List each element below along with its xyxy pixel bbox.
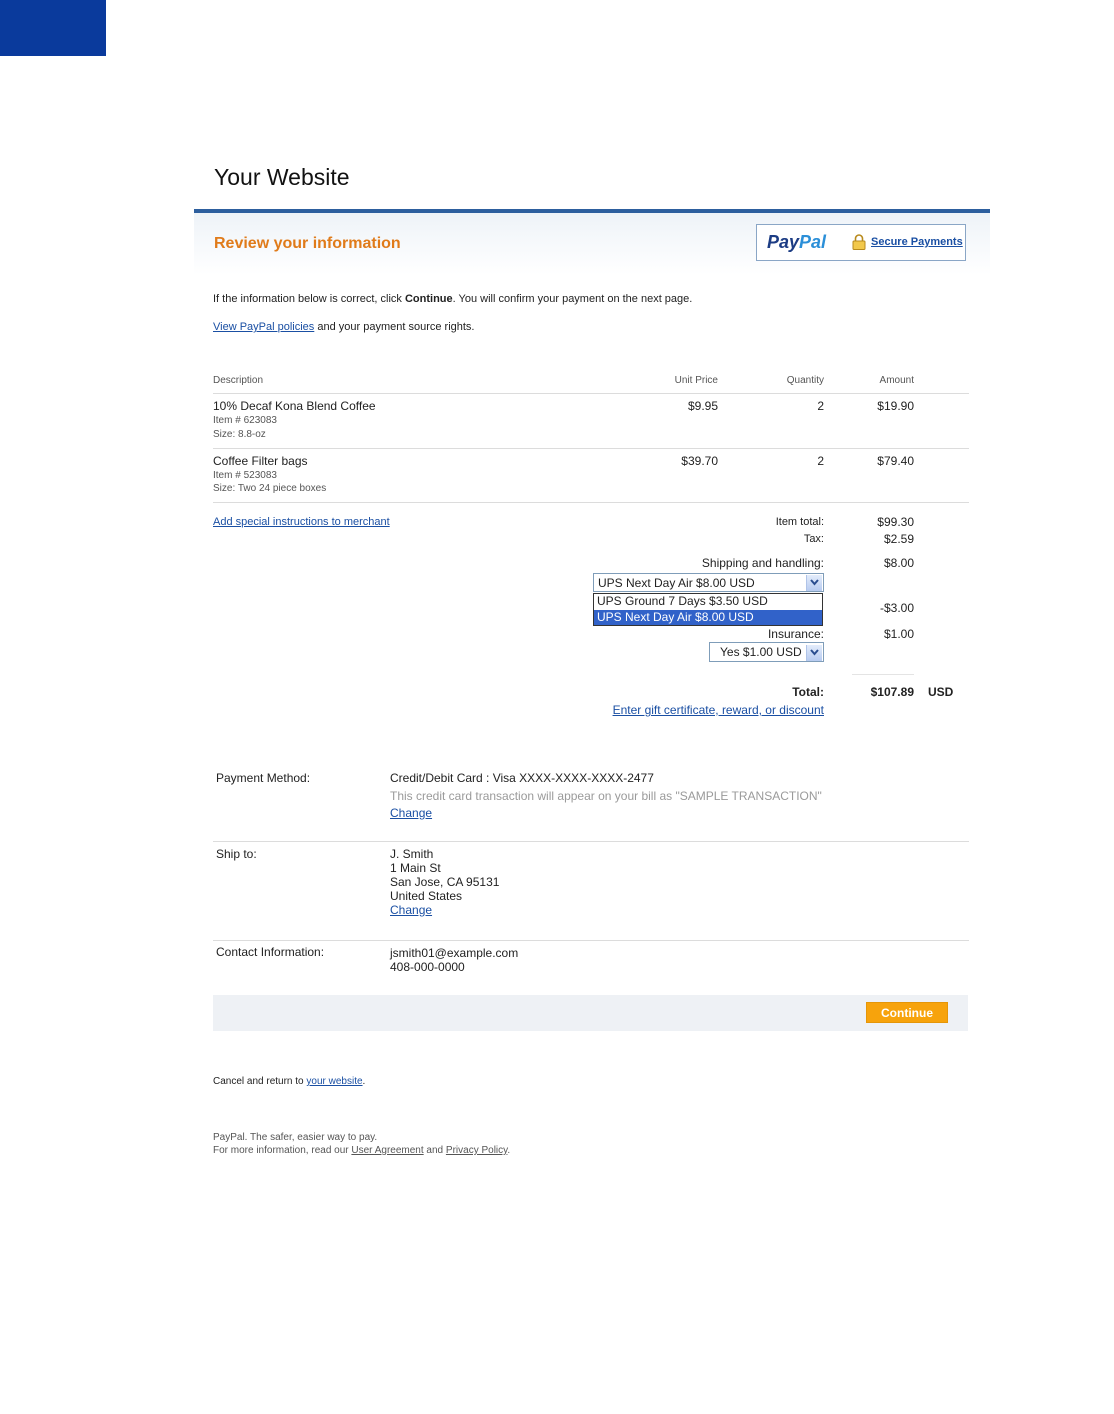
divider <box>852 674 914 675</box>
item-total-value: $99.30 <box>877 515 914 529</box>
item-amount: $79.40 <box>877 454 914 468</box>
divider <box>213 448 969 449</box>
total-label: Total: <box>792 685 824 699</box>
shipping-options-list: UPS Ground 7 Days $3.50 USD UPS Next Day… <box>593 593 823 626</box>
discount-value: -$3.00 <box>879 601 914 615</box>
change-address-link[interactable]: Change <box>390 903 432 917</box>
col-header-quantity: Quantity <box>786 375 824 386</box>
special-instructions-link[interactable]: Add special instructions to merchant <box>213 516 390 528</box>
item-amount: $19.90 <box>877 399 914 413</box>
item-size: Size: 8.8-oz <box>213 429 266 440</box>
payment-method-value: Credit/Debit Card : Visa XXXX-XXXX-XXXX-… <box>390 771 654 785</box>
total-currency: USD <box>928 685 954 699</box>
privacy-policy-link[interactable]: Privacy Policy <box>446 1145 508 1156</box>
action-bar <box>213 995 968 1031</box>
view-policies-link[interactable]: View PayPal policies <box>213 321 314 333</box>
contact-email: jsmith01@example.com <box>390 946 519 960</box>
tax-label: Tax: <box>803 533 824 545</box>
insurance-select-value: Yes $1.00 USD <box>720 645 802 659</box>
ship-city: San Jose, CA 95131 <box>390 875 500 889</box>
insurance-label: Insurance: <box>767 627 824 641</box>
ship-to-label: Ship to: <box>216 847 257 861</box>
your-website-link[interactable]: your website <box>306 1076 362 1087</box>
paypal-logo: PayPal <box>767 232 827 252</box>
item-total-label: Item total: <box>775 516 824 528</box>
shipping-option[interactable]: UPS Ground 7 Days $3.50 USD <box>594 594 822 609</box>
shipping-label: Shipping and handling: <box>701 556 824 570</box>
shipping-select-value: UPS Next Day Air $8.00 USD <box>598 576 755 590</box>
intro-text: If the information below is correct, cli… <box>213 293 693 305</box>
col-header-unit-price: Unit Price <box>674 375 718 386</box>
item-number: Item # 623083 <box>213 415 277 426</box>
ship-street: 1 Main St <box>390 861 441 875</box>
contact-phone: 408-000-0000 <box>390 960 465 974</box>
shipping-value: $8.00 <box>883 556 914 570</box>
item-unit-price: $39.70 <box>681 454 718 468</box>
continue-button[interactable]: Continue <box>866 1002 948 1023</box>
corner-block <box>0 0 106 56</box>
divider <box>213 940 969 941</box>
ship-country: United States <box>390 889 463 903</box>
insurance-value: $1.00 <box>883 627 914 641</box>
item-unit-price: $9.95 <box>687 399 718 413</box>
col-header-amount: Amount <box>879 375 914 386</box>
ship-name: J. Smith <box>390 847 434 861</box>
gift-certificate-link[interactable]: Enter gift certificate, reward, or disco… <box>600 703 824 717</box>
item-number: Item # 523083 <box>213 470 277 481</box>
policies-line: View PayPal policies and your payment so… <box>213 321 475 333</box>
item-name: Coffee Filter bags <box>213 454 308 468</box>
col-header-description: Description <box>213 375 264 386</box>
footer-info: For more information, read our User Agre… <box>213 1145 511 1156</box>
total-value: $107.89 <box>870 685 914 699</box>
shipping-option-selected[interactable]: UPS Next Day Air $8.00 USD <box>594 610 822 625</box>
change-payment-link[interactable]: Change <box>390 806 432 820</box>
chevron-down-icon[interactable] <box>806 575 822 591</box>
footer-tagline: PayPal. The safer, easier way to pay. <box>213 1132 378 1143</box>
paypal-badge: PayPal Secure Payments <box>756 224 966 261</box>
item-quantity: 2 <box>817 399 824 413</box>
divider <box>213 393 969 394</box>
divider <box>213 502 969 503</box>
secure-payments-link[interactable]: Secure Payments <box>871 236 963 248</box>
contact-label: Contact Information: <box>216 945 325 959</box>
cancel-line: Cancel and return to your website. <box>213 1076 366 1087</box>
insurance-select[interactable]: Yes $1.00 USD <box>709 642 824 662</box>
user-agreement-link[interactable]: User Agreement <box>351 1145 423 1156</box>
page-title: Review your information <box>214 235 401 252</box>
chevron-down-icon[interactable] <box>806 645 822 661</box>
lock-icon <box>852 234 866 250</box>
payment-method-label: Payment Method: <box>216 771 311 785</box>
item-quantity: 2 <box>817 454 824 468</box>
item-size: Size: Two 24 piece boxes <box>213 483 327 494</box>
shipping-select[interactable]: UPS Next Day Air $8.00 USD <box>593 573 824 592</box>
tax-value: $2.59 <box>883 532 914 546</box>
site-title: Your Website <box>214 164 350 190</box>
divider <box>213 841 969 842</box>
item-name: 10% Decaf Kona Blend Coffee <box>213 399 376 413</box>
payment-note: This credit card transaction will appear… <box>390 789 822 803</box>
